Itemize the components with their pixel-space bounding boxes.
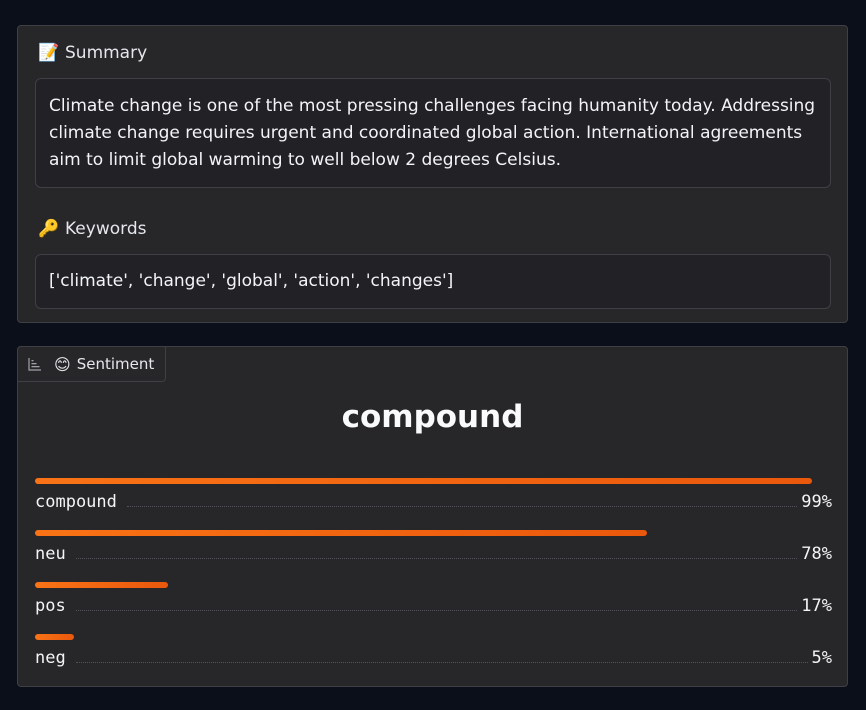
confidence-bar-pos (35, 582, 168, 588)
confidence-row-pos[interactable]: pos 17% (35, 582, 832, 634)
sentiment-top-label: compound (341, 399, 524, 435)
smiling-face-icon: 😊 (54, 354, 71, 374)
confidence-label: neg (35, 648, 66, 668)
sentiment-panel: 😊 Sentiment compound compound 99% neu 78% po… (17, 346, 848, 687)
text-output-panel: 📝 Summary Climate change is one of the m… (17, 25, 848, 323)
dotted-leader (126, 505, 798, 507)
sentiment-confidence-list: compound 99% neu 78% pos 17% neg 5% (35, 478, 832, 686)
sentiment-label-tab: 😊 Sentiment (17, 346, 166, 382)
summary-label: 📝 Summary (38, 43, 147, 63)
dotted-leader (75, 557, 798, 559)
summary-textbox[interactable]: Climate change is one of the most pressi… (35, 78, 831, 188)
dotted-leader (75, 609, 798, 611)
memo-icon: 📝 (38, 43, 60, 63)
summary-label-text: Summary (65, 43, 148, 63)
sentiment-tab-label: Sentiment (76, 355, 155, 373)
confidence-row-neg[interactable]: neg 5% (35, 634, 832, 686)
confidence-value: 99% (801, 492, 832, 512)
confidence-value: 5% (811, 648, 832, 668)
confidence-row-compound[interactable]: compound 99% (35, 478, 832, 530)
keywords-textbox[interactable]: ['climate', 'change', 'global', 'action'… (35, 254, 831, 309)
bar-chart-icon (28, 358, 41, 371)
dotted-leader (75, 661, 808, 663)
confidence-label: compound (35, 492, 117, 512)
confidence-value: 78% (801, 544, 832, 564)
confidence-bar-compound (35, 478, 812, 484)
confidence-value: 17% (801, 596, 832, 616)
confidence-bar-neg (35, 634, 74, 640)
confidence-row-neu[interactable]: neu 78% (35, 530, 832, 582)
confidence-bar-neu (35, 530, 647, 536)
confidence-label: pos (35, 596, 66, 616)
confidence-label: neu (35, 544, 66, 564)
key-icon: 🔑 (38, 219, 60, 239)
keywords-label-text: Keywords (65, 219, 147, 239)
keywords-label: 🔑 Keywords (38, 219, 146, 239)
